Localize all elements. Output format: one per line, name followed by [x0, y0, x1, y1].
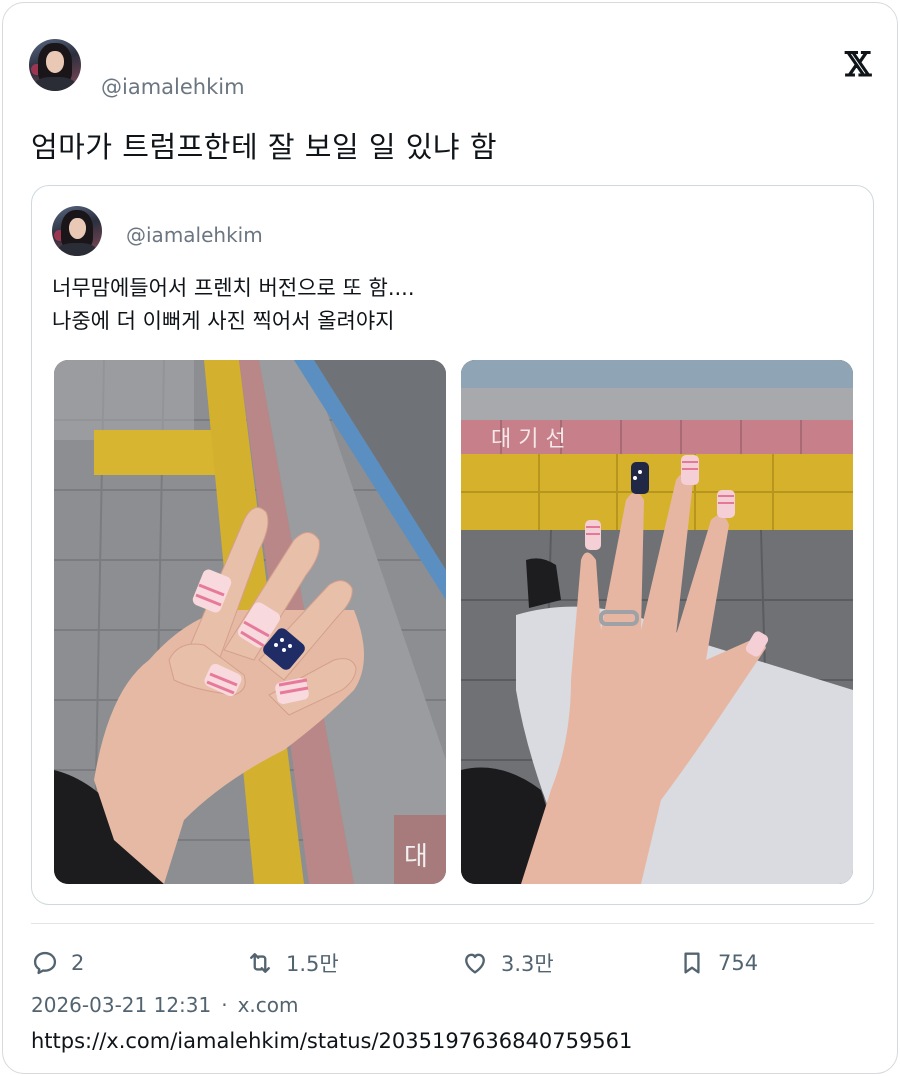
reply-icon: [33, 951, 57, 975]
quoted-tweet[interactable]: @iamalehkim 너무맘에들어서 프렌치 버전으로 또 함.... 나중에…: [31, 185, 874, 905]
post-meta: 2026-03-21 12:31 · x.com: [31, 993, 299, 1017]
retweet-icon: [250, 953, 270, 973]
bookmark-icon: [684, 952, 700, 974]
reply-button[interactable]: 2: [31, 943, 84, 983]
reply-count: 2: [71, 951, 85, 975]
photo-2-illustration: 대 기 선: [461, 360, 853, 884]
divider: [31, 923, 874, 924]
tweet-text: 엄마가 트럼프한테 잘 보일 일 있냐 함: [31, 130, 498, 164]
post-url[interactable]: https://x.com/iamalehkim/status/20351976…: [31, 1029, 632, 1053]
author-handle[interactable]: @iamalehkim: [101, 75, 245, 99]
x-logo-icon[interactable]: 𝕏: [845, 47, 875, 83]
retweet-button[interactable]: 1.5만: [246, 943, 339, 983]
bookmark-count: 754: [718, 951, 759, 975]
action-bar: 2 1.5만 3.3만 754: [31, 943, 874, 983]
quote-text: 너무맘에들어서 프렌치 버전으로 또 함.... 나중에 더 이뻐게 사진 찍어…: [52, 272, 415, 338]
meta-separator: ·: [221, 993, 228, 1017]
heart-icon: [465, 953, 485, 974]
post-source[interactable]: x.com: [238, 993, 299, 1017]
bookmark-button[interactable]: 754: [678, 943, 758, 983]
post-datetime[interactable]: 2026-03-21 12:31: [31, 993, 211, 1017]
like-button[interactable]: 3.3만: [461, 943, 554, 983]
quote-author-handle[interactable]: @iamalehkim: [126, 223, 263, 247]
retweet-count: 1.5만: [286, 952, 339, 976]
photo-nails-right-hand[interactable]: 대 기 선: [461, 360, 853, 884]
avatar[interactable]: [29, 39, 81, 91]
photo-2-overlay-text: 대 기 선: [491, 427, 566, 452]
quote-text-line1: 너무맘에들어서 프렌치 버전으로 또 함....: [52, 276, 415, 300]
quote-text-line2: 나중에 더 이뻐게 사진 찍어서 올려야지: [52, 309, 395, 333]
photo-nails-left-hand[interactable]: 대: [54, 360, 446, 884]
like-count: 3.3만: [501, 952, 554, 976]
quote-avatar[interactable]: [52, 206, 102, 256]
tweet-card: @iamalehkim 𝕏 엄마가 트럼프한테 잘 보일 일 있냐 함 @iam…: [2, 2, 898, 1074]
photo-1-illustration: 대: [54, 360, 446, 884]
photo-1-overlay-text: 대: [404, 842, 428, 872]
